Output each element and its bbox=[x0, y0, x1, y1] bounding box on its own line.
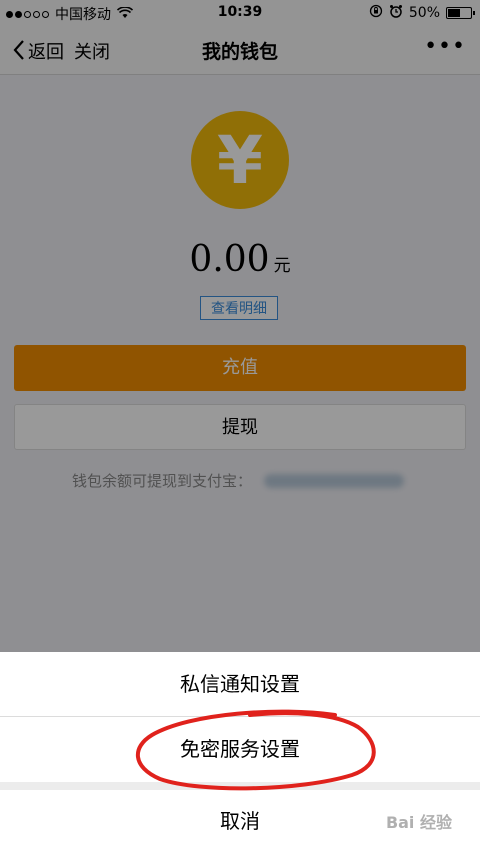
password-free-service-settings-option[interactable]: 免密服务设置 bbox=[0, 717, 480, 782]
watermark-logo: Bai 经验 bbox=[385, 813, 452, 832]
message-notification-settings-option[interactable]: 私信通知设置 bbox=[0, 652, 480, 717]
